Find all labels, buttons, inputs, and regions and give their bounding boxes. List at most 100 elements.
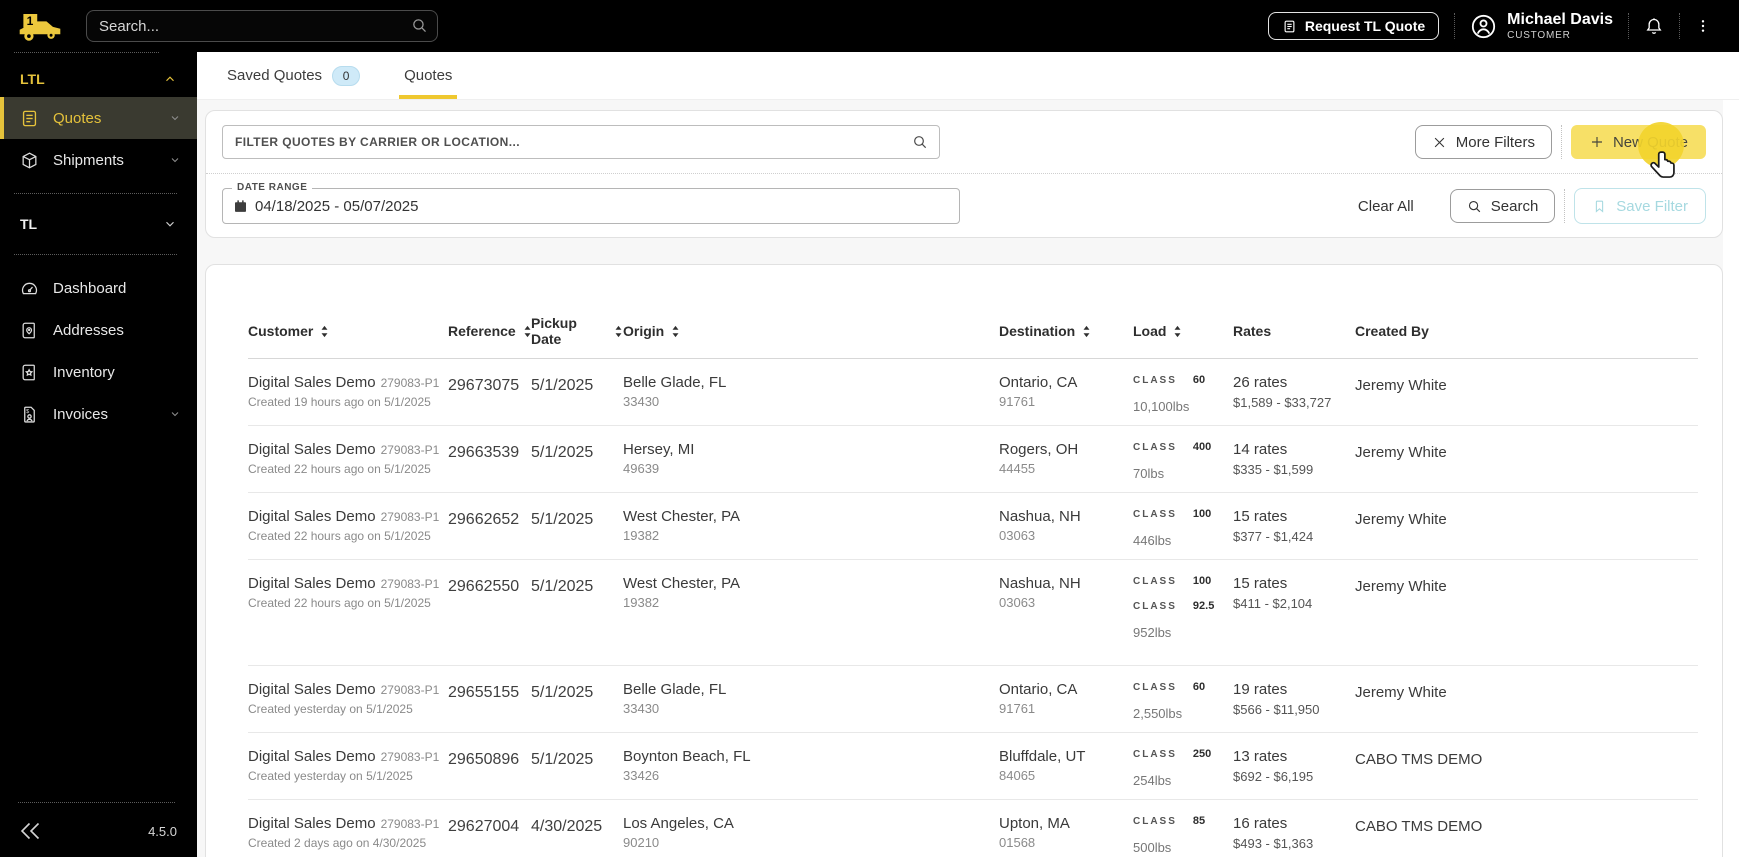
sidebar-item-label: Dashboard [53, 279, 127, 297]
tab-quotes[interactable]: Quotes [399, 52, 458, 99]
column-header-destination[interactable]: Destination [999, 315, 1133, 358]
column-header-load[interactable]: Load [1133, 315, 1233, 358]
app-logo-truck-icon[interactable]: 1 [16, 9, 66, 43]
notifications-bell-button[interactable] [1644, 16, 1664, 36]
pickup-date-cell: 5/1/2025 [531, 578, 594, 595]
sidebar-item-quotes[interactable]: Quotes [0, 97, 197, 139]
request-tl-quote-label: Request TL Quote [1304, 18, 1426, 34]
created-info: Created yesterday on 5/1/2025 [248, 769, 413, 783]
rates-range: $1,589 - $33,727 [1233, 395, 1332, 410]
sidebar-collapse-button[interactable] [18, 819, 42, 843]
table-header-row: Customer Reference Pickup Date Origin Destin… [248, 265, 1698, 359]
quote-row[interactable]: Digital Sales Demo 279083-P1 Created yeste… [248, 733, 1698, 800]
customer-cell: Digital Sales Demo 279083-P1 Created 22 ho… [248, 426, 448, 492]
column-header-label: Customer [248, 323, 314, 339]
sidebar-item-label: Quotes [53, 109, 102, 127]
sidebar-item-label: Invoices [53, 405, 109, 423]
quote-row[interactable]: Digital Sales Demo 279083-P1 Created 22 ho… [248, 560, 1698, 666]
sidebar-item-label: Shipments [53, 151, 124, 169]
clear-all-button[interactable]: Clear All [1358, 198, 1414, 215]
quote-number-cell: 29673075 [448, 377, 520, 394]
customer-name: Digital Sales Demo [248, 575, 376, 592]
sidebar-item-invoices[interactable]: $ Invoices [0, 393, 197, 435]
new-quote-button[interactable]: New Quote [1570, 125, 1706, 159]
load-weight: 254lbs [1133, 773, 1172, 788]
load-weight: 10,100lbs [1133, 399, 1190, 414]
sidebar-item-shipments[interactable]: Shipments [0, 139, 197, 181]
origin-cell: West Chester, PA 19382 [623, 560, 999, 665]
quote-number-cell: 29662550 [448, 578, 520, 595]
tab-label: Quotes [404, 67, 453, 84]
sidebar-nav: LTL Quotes Shipments TL Dashboard Addresses In… [0, 61, 197, 435]
load-cell: CLASS 400 70lbs [1133, 426, 1233, 492]
customer-name: Digital Sales Demo [248, 374, 376, 391]
class-label: CLASS [1133, 509, 1177, 520]
class-label: CLASS [1133, 442, 1177, 453]
bookmark-icon [1596, 200, 1604, 213]
class-value: 60 [1192, 681, 1206, 693]
column-header-created-by: Created By [1355, 315, 1698, 358]
quote-row[interactable]: Digital Sales Demo 279083-P1 Created yeste… [248, 666, 1698, 733]
column-header-label: Reference [448, 323, 516, 339]
created-info: Created 22 hours ago on 5/1/2025 [248, 596, 431, 610]
user-menu[interactable]: Michael Davis CUSTOMER [1470, 11, 1613, 41]
quote-row[interactable]: Digital Sales Demo 279083-P1 Created 22 ho… [248, 426, 1698, 493]
class-value: 92.5 [1192, 600, 1215, 612]
class-label: CLASS [1133, 816, 1177, 827]
origin-city: West Chester, PA [623, 508, 740, 525]
column-header-customer[interactable]: Customer [248, 315, 448, 358]
more-options-kebab-button[interactable] [1695, 18, 1711, 34]
more-filters-button[interactable]: More Filters [1414, 125, 1552, 159]
sidebar-divider [18, 802, 175, 803]
sidebar-item-label: Inventory [53, 363, 115, 381]
topbar-actions: Request TL Quote Michael Davis CUSTOMER [1267, 11, 1739, 41]
column-header-reference[interactable]: Reference [448, 315, 531, 358]
rates-range: $411 - $2,104 [1233, 596, 1313, 611]
more-filters-label: More Filters [1455, 133, 1535, 151]
load-cell: CLASS 60 10,100lbs [1133, 359, 1233, 425]
quote-row[interactable]: Digital Sales Demo 279083-P1 Created 2 day… [248, 800, 1698, 857]
close-icon [1434, 137, 1445, 147]
global-search-input[interactable] [86, 10, 438, 42]
destination-city: Ontario, CA [999, 681, 1078, 698]
save-filter-label: Save Filter [1616, 197, 1688, 215]
quote-filter-input[interactable] [222, 125, 940, 159]
sidebar-section-ltl[interactable]: LTL [0, 61, 197, 97]
pickup-date-cell: 5/1/2025 [531, 377, 594, 394]
load-cell: CLASS 85 500lbs [1133, 800, 1233, 857]
load-cell: CLASS 250 254lbs [1133, 733, 1233, 799]
rates-cell: 26 rates $1,589 - $33,727 [1233, 359, 1355, 425]
destination-cell: Rogers, OH 44455 [999, 426, 1133, 492]
search-button[interactable]: Search [1449, 189, 1556, 223]
sidebar-item-inventory[interactable]: Inventory [0, 351, 197, 393]
sort-icon [1173, 325, 1182, 338]
request-tl-quote-button[interactable]: Request TL Quote [1267, 12, 1440, 40]
origin-city: Belle Glade, FL [623, 681, 727, 698]
quote-number-cell: 29627004 [448, 818, 520, 835]
save-filter-button[interactable]: Save Filter [1574, 188, 1706, 224]
origin-cell: Hersey, MI 49639 [623, 426, 999, 492]
sidebar-section-label: TL [20, 216, 38, 232]
created-by-cell: Jeremy White [1355, 684, 1447, 701]
pickup-date-cell: 5/1/2025 [531, 444, 594, 461]
sidebar-section-tl[interactable]: TL [0, 206, 197, 242]
user-avatar-icon [1470, 13, 1497, 40]
sidebar-footer: 4.5.0 [0, 802, 197, 857]
column-header-pickup-date[interactable]: Pickup Date [531, 315, 623, 358]
sidebar-item-dashboard[interactable]: Dashboard [0, 267, 197, 309]
class-label: CLASS [1133, 576, 1177, 587]
quote-number-cell: 29650896 [448, 751, 520, 768]
column-header-origin[interactable]: Origin [623, 315, 999, 358]
tab-saved-quotes[interactable]: Saved Quotes 0 [224, 52, 363, 99]
rates-cell: 13 rates $692 - $6,195 [1233, 733, 1355, 799]
quote-row[interactable]: Digital Sales Demo 279083-P1 Created 22 ho… [248, 493, 1698, 560]
destination-cell: Nashua, NH 03063 [999, 493, 1133, 559]
date-range-field[interactable]: DATE RANGE 04/18/2025 - 05/07/2025 [222, 182, 960, 224]
plus-icon [1591, 137, 1602, 147]
quote-row[interactable]: Digital Sales Demo 279083-P1 Created 19 ho… [248, 359, 1698, 426]
rates-cell: 14 rates $335 - $1,599 [1233, 426, 1355, 492]
customer-cell: Digital Sales Demo 279083-P1 Created 22 ho… [248, 493, 448, 559]
sidebar-item-addresses[interactable]: Addresses [0, 309, 197, 351]
origin-zip: 49639 [623, 461, 660, 476]
created-by-cell: Jeremy White [1355, 578, 1447, 595]
